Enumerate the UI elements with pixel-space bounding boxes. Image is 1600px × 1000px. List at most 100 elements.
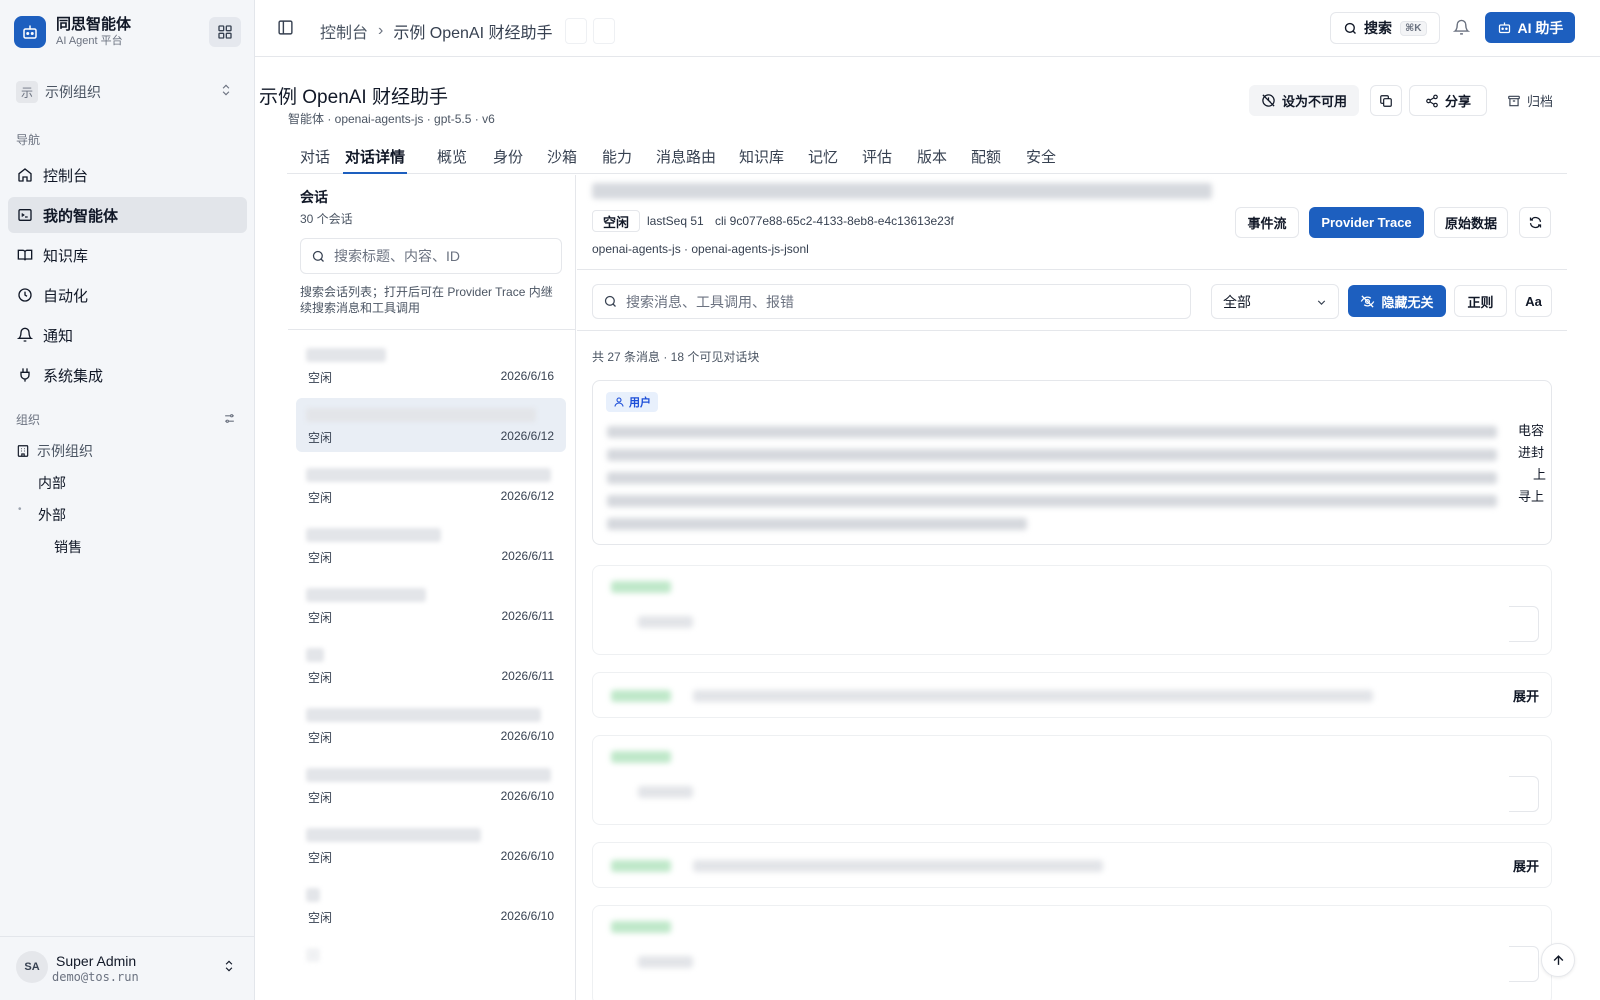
session-row[interactable]: 空闲 2026/6/12 [296, 398, 566, 452]
org-tree-item-sales[interactable]: 销售 [54, 537, 82, 557]
user-menu[interactable]: SA Super Admin demo@tos.run [0, 936, 255, 1000]
tool-name-redacted [638, 786, 693, 798]
message-card-collapsed[interactable]: 展开 [592, 672, 1552, 718]
session-search-input[interactable]: 搜索标题、内容、ID [300, 238, 562, 274]
session-date: 2026/6/12 [500, 489, 554, 503]
breadcrumb-placeholder [564, 18, 587, 44]
session-status: 空闲 [308, 491, 333, 505]
tab-sandbox[interactable]: 沙箱 [547, 146, 577, 174]
share-button[interactable]: 分享 [1409, 85, 1487, 116]
session-row[interactable]: 空闲 2026/6/11 [296, 578, 566, 632]
session-row[interactable]: 空闲 2026/6/12 [296, 458, 566, 512]
org-tree-item-external[interactable]: 外部 [38, 505, 66, 525]
expand-button[interactable]: 展开 [1513, 856, 1539, 875]
book-icon [16, 246, 34, 264]
session-count: 30 个会话 [300, 212, 353, 226]
session-status: 空闲 [308, 431, 333, 445]
session-row[interactable] [296, 938, 566, 992]
tab-quota[interactable]: 配额 [971, 146, 1001, 174]
clock-off-icon [1261, 93, 1276, 108]
breadcrumb-placeholder [592, 18, 615, 44]
raw-data-button[interactable]: 原始数据 [1434, 207, 1508, 238]
tab-versions[interactable]: 版本 [917, 146, 947, 174]
session-row[interactable]: 空闲 2026/6/10 [296, 698, 566, 752]
scroll-to-top-button[interactable] [1541, 943, 1575, 977]
global-search-button[interactable]: 搜索 ⌘K [1330, 12, 1440, 44]
sidebar-item-integrations[interactable]: 系统集成 [8, 357, 247, 393]
brand[interactable]: 同思智能体 AI Agent 平台 [14, 16, 131, 48]
session-date: 2026/6/11 [501, 669, 555, 683]
session-status: 空闲 [308, 671, 333, 685]
message-text-redacted [607, 518, 1027, 530]
org-tree-root[interactable]: 示例组织 [16, 441, 93, 461]
tab-conversation[interactable]: 对话 [300, 146, 330, 174]
case-sensitive-toggle[interactable]: Aa [1515, 285, 1552, 317]
message-search-input[interactable]: 搜索消息、工具调用、报错 [592, 284, 1191, 319]
bell-icon[interactable] [1453, 19, 1470, 36]
chevrons-up-down-icon [225, 960, 233, 972]
search-label: 搜索 [1364, 20, 1392, 36]
bot-logo-icon [14, 16, 46, 48]
message-search-placeholder: 搜索消息、工具调用、报错 [626, 293, 794, 310]
nav-section-label: 导航 [16, 133, 41, 147]
divider [288, 329, 576, 330]
sliders-icon[interactable] [223, 412, 236, 425]
refresh-button[interactable] [1519, 207, 1551, 238]
search-shortcut: ⌘K [1400, 20, 1427, 36]
sidebar-item-label: 通知 [43, 327, 74, 345]
tab-conversation-detail[interactable]: 对话详情 [343, 146, 408, 174]
session-row[interactable]: 空闲 2026/6/10 [296, 758, 566, 812]
sidebar-item-notifications[interactable]: 通知 [8, 317, 247, 353]
tab-overview[interactable]: 概览 [437, 146, 467, 174]
hide-irrelevant-toggle[interactable]: 隐藏无关 [1348, 285, 1446, 317]
panel-left-icon[interactable] [277, 19, 294, 36]
org-switcher[interactable]: 示 示例组织 [16, 78, 241, 106]
archive-button[interactable]: 归档 [1500, 85, 1560, 116]
session-title-redacted [306, 348, 386, 362]
session-row[interactable]: 空闲 2026/6/10 [296, 878, 566, 932]
session-date: 2026/6/10 [500, 849, 554, 863]
sidebar-item-automation[interactable]: 自动化 [8, 277, 247, 313]
session-status: 空闲 [308, 851, 333, 865]
event-stream-button[interactable]: 事件流 [1235, 207, 1299, 238]
tool-input-box [1509, 776, 1539, 812]
session-date: 2026/6/11 [501, 549, 555, 563]
message-card-collapsed[interactable]: 展开 [592, 842, 1552, 888]
session-row[interactable]: 空闲 2026/6/11 [296, 638, 566, 692]
archive-label: 归档 [1526, 94, 1553, 109]
session-row[interactable]: 空闲 2026/6/16 [296, 338, 566, 392]
ai-assistant-button[interactable]: AI 助手 [1485, 12, 1575, 43]
expand-button[interactable]: 展开 [1513, 686, 1539, 705]
tab-knowledge[interactable]: 知识库 [739, 146, 784, 174]
message-filter-select[interactable]: 全部 [1211, 284, 1339, 319]
sidebar: 同思智能体 AI Agent 平台 示 示例组织 导航 控制台 我的智能体 知识… [0, 0, 255, 1000]
session-title-redacted [306, 588, 426, 602]
tab-capabilities[interactable]: 能力 [602, 146, 632, 174]
disable-button[interactable]: 设为不可用 [1249, 85, 1359, 116]
tab-security[interactable]: 安全 [1026, 146, 1056, 174]
app-grid-button[interactable] [209, 17, 241, 47]
sidebar-item-knowledge[interactable]: 知识库 [8, 237, 247, 273]
session-date: 2026/6/16 [500, 369, 554, 383]
tab-evaluation[interactable]: 评估 [862, 146, 892, 174]
clock-icon [16, 286, 34, 304]
grid-icon [218, 25, 232, 39]
sidebar-item-my-agents[interactable]: 我的智能体 [8, 197, 247, 233]
regex-toggle[interactable]: 正则 [1454, 285, 1507, 317]
sidebar-item-dashboard[interactable]: 控制台 [8, 157, 247, 193]
user-name: Super Admin [56, 953, 137, 969]
session-row[interactable]: 空闲 2026/6/11 [296, 518, 566, 572]
tab-memory[interactable]: 记忆 [808, 146, 838, 174]
provider-trace-button[interactable]: Provider Trace [1309, 207, 1424, 238]
tab-message-routing[interactable]: 消息路由 [656, 146, 716, 174]
role-label: 用户 [629, 397, 651, 409]
copy-button[interactable] [1370, 85, 1402, 116]
share-label: 分享 [1444, 94, 1471, 109]
message-text-redacted [607, 449, 1497, 461]
breadcrumb-root[interactable]: 控制台 [320, 19, 368, 43]
session-row[interactable]: 空闲 2026/6/10 [296, 818, 566, 872]
tab-identity[interactable]: 身份 [493, 146, 523, 174]
role-badge-redacted [611, 860, 671, 872]
app-name: 同思智能体 [56, 16, 132, 33]
org-tree-item-internal[interactable]: 内部 [38, 473, 66, 493]
